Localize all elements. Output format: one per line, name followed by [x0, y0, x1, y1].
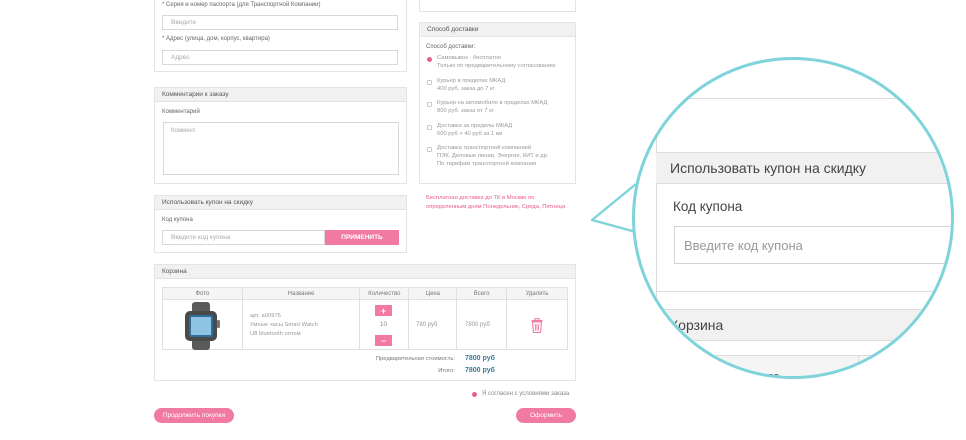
col-quantity: Количество: [359, 287, 410, 300]
delivery-option-1[interactable]: Самовывоз - бесплатно Только по предвари…: [437, 54, 556, 70]
product-sku: арт. а00975: [250, 313, 281, 319]
zoom-coupon-bottom-line: [656, 291, 951, 292]
delivery-option-3[interactable]: Курьер на автомобиле в пределах МКАД 800…: [437, 99, 547, 115]
zoom-magnifier: Использовать купон на скидку Код купона …: [632, 57, 954, 379]
agree-checkbox[interactable]: [472, 392, 477, 397]
item-total: 7800 руб: [465, 322, 490, 328]
option-2-desc: 400 руб, заказ до 7 кг: [437, 86, 495, 92]
option-2-title: Курьер в пределах МКАД: [437, 78, 506, 84]
watch-image: [185, 302, 220, 350]
option-4-title: Доставка за пределы МКАД: [437, 123, 513, 129]
subtotal-value: 7800 руб: [465, 355, 495, 362]
delivery-label: Способ доставки:: [426, 44, 476, 50]
option-4-desc: 600 руб + 40 руб за 1 км: [437, 131, 503, 137]
product-name-line-1[interactable]: Умные часы Smart Watch: [250, 321, 318, 330]
option-3-desc: 800 руб, заказ от 7 кг: [437, 108, 494, 114]
comment-textarea[interactable]: Коммент: [163, 122, 399, 175]
comment-panel: Комментарии к заказу Комментарий Коммент: [154, 87, 407, 184]
comment-label: Комментарий: [162, 109, 200, 115]
option-5-note: По тарифам транспортной компании: [437, 161, 537, 167]
apply-coupon-button[interactable]: ПРИМЕНИТЬ: [325, 230, 399, 245]
delivery-option-2[interactable]: Курьер в пределах МКАД 400 руб, заказ до…: [437, 77, 505, 93]
col-photo: Фото: [162, 287, 243, 300]
col-price: Цена: [408, 287, 458, 300]
col-name: Название: [241, 287, 361, 300]
zoom-photo-col: Фото: [750, 369, 780, 379]
free-delivery-note: Бесплатная доставка до ТК в Москве по оп…: [426, 194, 565, 212]
zoom-table-header-row: [668, 355, 951, 376]
cart-header: Корзина: [155, 265, 575, 279]
product-info: арт. а00975 Умные часы Smart Watch U8 bl…: [250, 312, 318, 339]
delivery-option-radio-3[interactable]: [427, 102, 432, 107]
total-value: 7800 руб: [465, 367, 495, 374]
zoom-coupon-header: Использовать купон на скидку: [656, 152, 951, 184]
top-panel-frame: [154, 0, 407, 72]
item-price: 780 руб: [416, 322, 438, 328]
delivery-option-radio-1[interactable]: [427, 57, 432, 62]
zoom-col-divider: [858, 355, 859, 376]
delivery-option-radio-5[interactable]: [427, 147, 432, 152]
zoom-coupon-label: Код купона: [673, 199, 743, 214]
total-label: Итого:: [438, 368, 455, 374]
option-1-title: Самовывоз - бесплатно: [437, 55, 501, 61]
checkout-button[interactable]: Оформить: [516, 408, 576, 423]
coupon-label: Код купона: [162, 217, 193, 223]
option-5-desc: ПЭК, Деловые линии, Энергия, КИТ и др.: [437, 153, 549, 159]
continue-shopping-button[interactable]: Продолжить покупки: [154, 408, 234, 423]
delivery-option-5[interactable]: Доставка транспортной компанией ПЭК, Дел…: [437, 144, 548, 168]
agree-label[interactable]: Я согласен с условиями заказа: [482, 391, 569, 397]
delivery-option-4[interactable]: Доставка за пределы МКАД 600 руб + 40 ру…: [437, 122, 512, 138]
option-1-desc: Только по предварительному согласованию: [437, 63, 556, 69]
quantity-plus-button[interactable]: +: [375, 305, 392, 316]
product-name-line-2[interactable]: U8 bluetooth оптом: [250, 330, 318, 339]
free-note-line-1: Бесплатная доставка до ТК в Москве по: [426, 195, 535, 201]
trash-icon[interactable]: [531, 318, 543, 333]
quantity-minus-button[interactable]: −: [375, 335, 392, 346]
coupon-input[interactable]: Введите код купона: [162, 230, 325, 245]
subtotal-label: Предварительная стоимость:: [375, 356, 455, 362]
coupon-header: Использовать купон на скидку: [155, 196, 406, 210]
zoom-top-line: [656, 98, 951, 99]
quantity-value[interactable]: 10: [375, 321, 392, 328]
comment-header: Комментарии к заказу: [155, 88, 406, 102]
zoom-coupon-input[interactable]: Введите код купона: [674, 226, 951, 264]
delivery-header: Способ доставки: [420, 23, 575, 37]
free-note-line-2: определенным дням Понедельник, Среда, Пя…: [426, 204, 566, 210]
delivery-option-radio-4[interactable]: [427, 125, 432, 130]
option-5-title: Доставка транспортной компанией: [437, 145, 532, 151]
col-delete: Удалить: [506, 287, 568, 300]
delivery-option-radio-2[interactable]: [427, 80, 432, 85]
option-3-title: Курьер на автомобиле в пределах МКАД: [437, 100, 548, 106]
col-total: Всего: [456, 287, 508, 300]
comment-placeholder: Коммент: [171, 128, 196, 134]
zoom-cart-header: Корзина: [656, 309, 951, 341]
right-top-box: [419, 0, 576, 12]
